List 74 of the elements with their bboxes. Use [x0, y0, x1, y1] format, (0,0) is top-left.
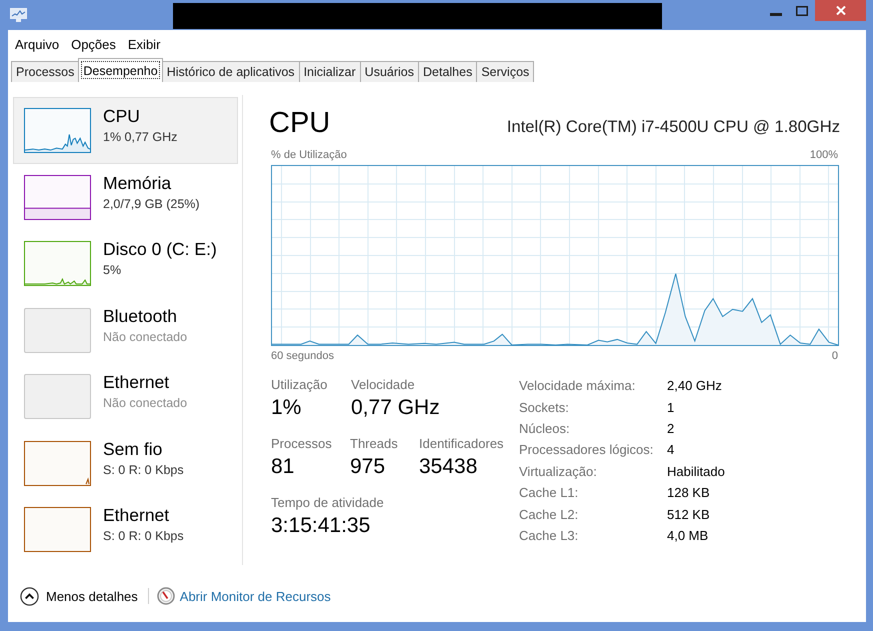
monitor-chart-icon [10, 8, 27, 22]
device-status: Não conectado [103, 395, 188, 411]
property-value: Habilitado [667, 464, 725, 479]
resource-title: CPU [269, 106, 330, 140]
axis-label: 60 segundos [271, 349, 334, 363]
property-label: Cache L1: [519, 485, 580, 500]
sidebar-item[interactable]: Disco 0 (C: E:) 5% [13, 230, 238, 296]
device-name: Ethernet [103, 372, 170, 392]
device-name: Ethernet [103, 505, 170, 525]
device-status: S: 0 R: 0 Kbps [103, 528, 184, 544]
tab[interactable]: Inicializar [298, 61, 361, 82]
stat-label: Threads [350, 436, 399, 452]
device-status: 1% 0,77 GHz [103, 129, 178, 145]
sidebar-item[interactable]: Memória 2,0/7,9 GB (25%) [13, 164, 238, 230]
sidebar-item[interactable]: Ethernet Não conectado [13, 363, 238, 430]
menu-item[interactable]: Exibir [122, 34, 166, 54]
property-label: Velocidade máxima: [519, 378, 636, 394]
device-status: 5% [103, 262, 122, 278]
axis-label: 0 [832, 349, 838, 363]
property-value: 2 [667, 420, 676, 436]
device-status: Não conectado [103, 328, 188, 344]
property-value: 2,40 GHz [667, 378, 723, 394]
sidebar-item[interactable]: CPU 1% 0,77 GHz [13, 97, 238, 164]
sidebar-item[interactable]: Ethernet S: 0 R: 0 Kbps [13, 496, 238, 562]
property-label: Núcleos: [519, 420, 571, 436]
minimize-icon [770, 12, 782, 16]
property-label: Sockets: [519, 400, 570, 415]
tab[interactable]: Detalhes [418, 61, 478, 82]
menu-item[interactable]: Arquivo [10, 34, 64, 54]
device-name: Disco 0 (C: E:) [103, 239, 217, 259]
property-label: Cache L2: [519, 506, 580, 522]
close-button[interactable] [815, 0, 866, 21]
fewer-details-button[interactable]: Menos detalhes [20, 586, 138, 606]
gauge-icon [156, 587, 175, 605]
axis-label: 100% [810, 148, 838, 162]
maximize-icon [796, 6, 808, 16]
stat-value: 35438 [419, 454, 478, 480]
device-name: Memória [103, 172, 172, 192]
device-status: S: 0 R: 0 Kbps [103, 462, 184, 478]
stat-value: 975 [350, 454, 386, 480]
resource-monitor-link[interactable]: Abrir Monitor de Recursos [156, 587, 331, 605]
stat-value: 1% [271, 395, 302, 421]
sidebar-item[interactable]: Sem fio S: 0 R: 0 Kbps [13, 430, 238, 496]
sidebar-item[interactable]: Bluetooth Não conectado [13, 296, 238, 363]
close-icon [836, 6, 846, 15]
property-value: 1 [667, 400, 676, 415]
axis-label: % de Utilização [271, 148, 347, 162]
tab[interactable]: Histórico de aplicativos [162, 61, 300, 82]
processor-model: Intel(R) Core(TM) i7-4500U CPU @ 1.80GHz [506, 117, 840, 137]
property-label: Virtualização: [519, 464, 598, 479]
property-label: Cache L3: [519, 528, 580, 543]
tab[interactable]: Serviços [476, 61, 534, 82]
stat-value: 0,77 GHz [351, 395, 440, 421]
stat-label: Processos [271, 436, 333, 452]
tab[interactable]: Desempenho [78, 58, 163, 82]
stat-label: Velocidade [351, 377, 416, 393]
tab[interactable]: Processos [11, 61, 80, 82]
stat-label: Tempo de atividade [271, 495, 384, 511]
stat-label: Identificadores [419, 436, 504, 452]
property-value: 4,0 MB [667, 528, 710, 543]
menu-item[interactable]: Opções [66, 34, 121, 54]
chevron-up-icon [20, 586, 39, 606]
device-name: CPU [103, 106, 141, 126]
property-value: 128 KB [667, 485, 711, 500]
stat-value: 81 [271, 454, 296, 480]
property-value: 4 [667, 442, 676, 458]
device-name: Bluetooth [103, 306, 178, 326]
property-label: Processadores lógicos: [519, 442, 654, 458]
tab[interactable]: Usuários [360, 61, 419, 82]
device-name: Sem fio [103, 438, 164, 458]
property-value: 512 KB [667, 506, 711, 522]
device-status: 2,0/7,9 GB (25%) [103, 196, 200, 212]
stat-label: Utilização [271, 377, 328, 393]
stat-value: 3:15:41:35 [271, 513, 372, 539]
